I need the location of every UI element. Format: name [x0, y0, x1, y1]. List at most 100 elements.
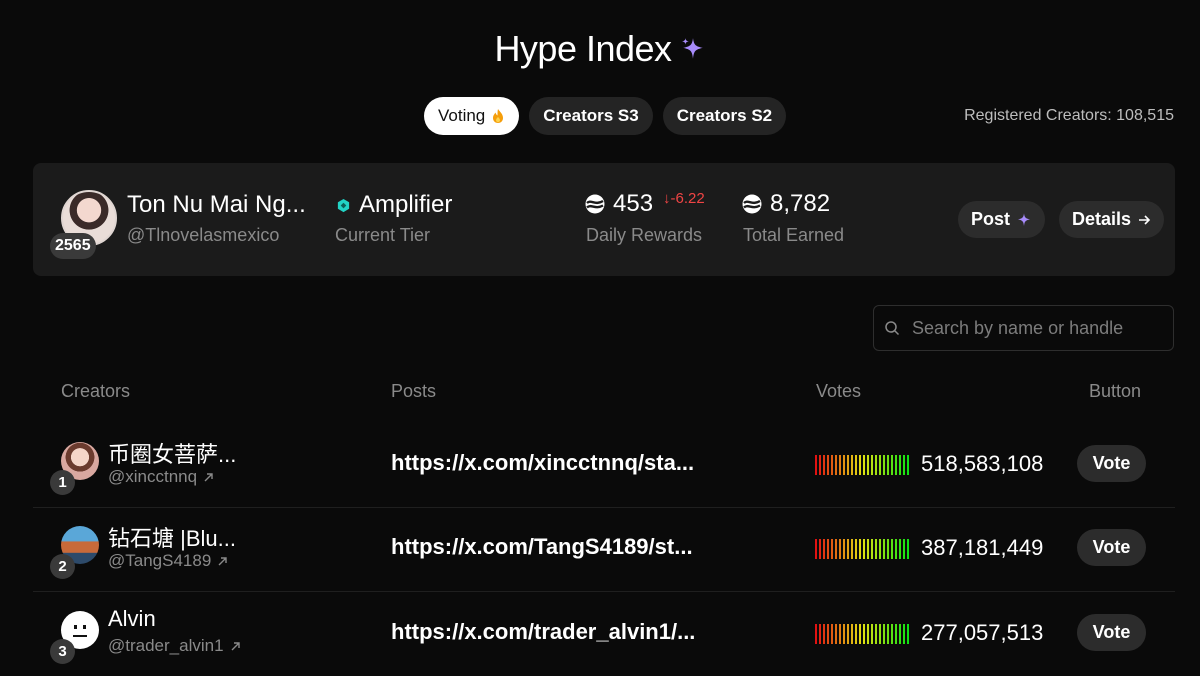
meter-tick — [891, 624, 893, 644]
coin-icon — [585, 194, 605, 214]
meter-tick — [823, 455, 825, 475]
meter-tick — [867, 539, 869, 559]
vote-count: 277,057,513 — [921, 620, 1044, 645]
sparkle-icon — [681, 38, 703, 59]
vote-button[interactable]: Vote — [1077, 529, 1146, 566]
total-earned: 8,782 — [742, 190, 830, 218]
creator-handle-link[interactable]: @TangS4189 — [108, 551, 228, 571]
tab-creators-s3-label: Creators S3 — [543, 106, 639, 125]
rank-badge: 3 — [50, 639, 75, 664]
creator-handle-link[interactable]: @xincctnnq — [108, 467, 214, 487]
meter-tick — [895, 455, 897, 475]
vote-count: 387,181,449 — [921, 535, 1044, 560]
page-header: Hype Index — [0, 28, 1200, 70]
search-box[interactable] — [873, 305, 1174, 351]
meter-tick — [883, 539, 885, 559]
vote-count: 518,583,108 — [921, 451, 1044, 476]
tab-creators-s2[interactable]: Creators S2 — [662, 97, 787, 135]
daily-rewards-label: Daily Rewards — [586, 225, 703, 245]
meter-tick — [835, 455, 837, 475]
meter-tick — [887, 455, 889, 475]
meter-tick — [907, 539, 909, 559]
meter-tick — [867, 455, 869, 475]
daily-rewards-delta: ↓-6.22 — [663, 189, 705, 207]
flame-icon — [493, 109, 504, 123]
meter-tick — [907, 455, 909, 475]
details-button[interactable]: Details — [1059, 201, 1165, 238]
daily-rewards-value: 453 — [613, 190, 654, 217]
meter-tick — [863, 624, 865, 644]
meter-tick — [831, 539, 833, 559]
meter-tick — [883, 455, 885, 475]
creator-handle: @xincctnnq — [108, 467, 198, 486]
post-link[interactable]: https://x.com/trader_alvin1/... — [391, 619, 695, 645]
rank-badge: 1 — [50, 470, 75, 495]
total-earned-label: Total Earned — [743, 225, 845, 245]
meter-tick — [819, 624, 821, 644]
vote-button[interactable]: Vote — [1077, 614, 1146, 651]
my-handle: @Tlnovelasmexico — [127, 225, 280, 245]
external-link-icon — [231, 641, 240, 650]
tier-name: Amplifier — [359, 191, 453, 218]
meter-tick — [871, 539, 873, 559]
creator-handle: @TangS4189 — [108, 551, 212, 570]
meter-tick — [895, 624, 897, 644]
post-button-label: Post — [971, 209, 1011, 229]
tab-creators-s3[interactable]: Creators S3 — [529, 97, 653, 135]
meter-tick — [871, 455, 873, 475]
meter-tick — [839, 624, 841, 644]
meter-tick — [835, 624, 837, 644]
vote-meter — [815, 539, 909, 559]
meter-tick — [859, 539, 861, 559]
registered-creators-count: Registered Creators: 108,515 — [964, 107, 1174, 124]
tab-voting[interactable]: Voting — [424, 97, 520, 135]
meter-tick — [827, 455, 829, 475]
meter-tick — [831, 624, 833, 644]
my-creator-card: 2565 Ton Nu Mai Ng... @Tlnovelasmexico A… — [33, 163, 1175, 276]
meter-tick — [879, 455, 881, 475]
meter-tick — [827, 624, 829, 644]
meter-tick — [847, 455, 849, 475]
total-earned-value: 8,782 — [770, 190, 831, 217]
column-header-creators: Creators — [61, 381, 131, 401]
tier-label: Current Tier — [335, 225, 431, 245]
meter-tick — [819, 455, 821, 475]
meter-tick — [815, 539, 817, 559]
meter-tick — [875, 624, 877, 644]
meter-tick — [875, 539, 877, 559]
meter-tick — [831, 455, 833, 475]
rank-badge: 2 — [50, 554, 75, 579]
my-name: Ton Nu Mai Ng... — [127, 191, 306, 218]
meter-tick — [815, 624, 817, 644]
post-link[interactable]: https://x.com/TangS4189/st... — [391, 534, 693, 560]
meter-tick — [899, 624, 901, 644]
daily-rewards: 453 ↓-6.22 — [585, 190, 705, 218]
vote-button[interactable]: Vote — [1077, 445, 1146, 482]
meter-tick — [863, 455, 865, 475]
post-link[interactable]: https://x.com/xincctnnq/sta... — [391, 450, 694, 476]
meter-tick — [851, 539, 853, 559]
meter-tick — [843, 455, 845, 475]
creator-handle-link[interactable]: @trader_alvin1 — [108, 636, 241, 656]
table-row: 3 Alvin @trader_alvin1 https://x.com/tra… — [33, 592, 1175, 676]
meter-tick — [871, 624, 873, 644]
column-header-votes: Votes — [816, 381, 862, 401]
search-icon — [885, 321, 900, 336]
creator-name: 币圈女菩萨... — [108, 442, 237, 467]
vote-meter — [815, 455, 909, 475]
meter-tick — [867, 624, 869, 644]
search-input[interactable] — [910, 316, 1164, 340]
tab-creators-s2-label: Creators S2 — [676, 106, 773, 125]
tier-display: Amplifier — [336, 191, 452, 219]
arrow-right-icon — [1139, 214, 1151, 225]
external-link-icon — [218, 556, 227, 565]
meter-tick — [907, 624, 909, 644]
creator-name: 钻石塘 |Blu... — [108, 526, 236, 551]
coin-icon — [742, 194, 762, 214]
meter-tick — [891, 539, 893, 559]
page-title: Hype Index — [494, 28, 672, 69]
post-button[interactable]: Post — [958, 201, 1046, 238]
meter-tick — [851, 455, 853, 475]
meter-tick — [827, 539, 829, 559]
column-header-button: Button — [1089, 381, 1142, 401]
